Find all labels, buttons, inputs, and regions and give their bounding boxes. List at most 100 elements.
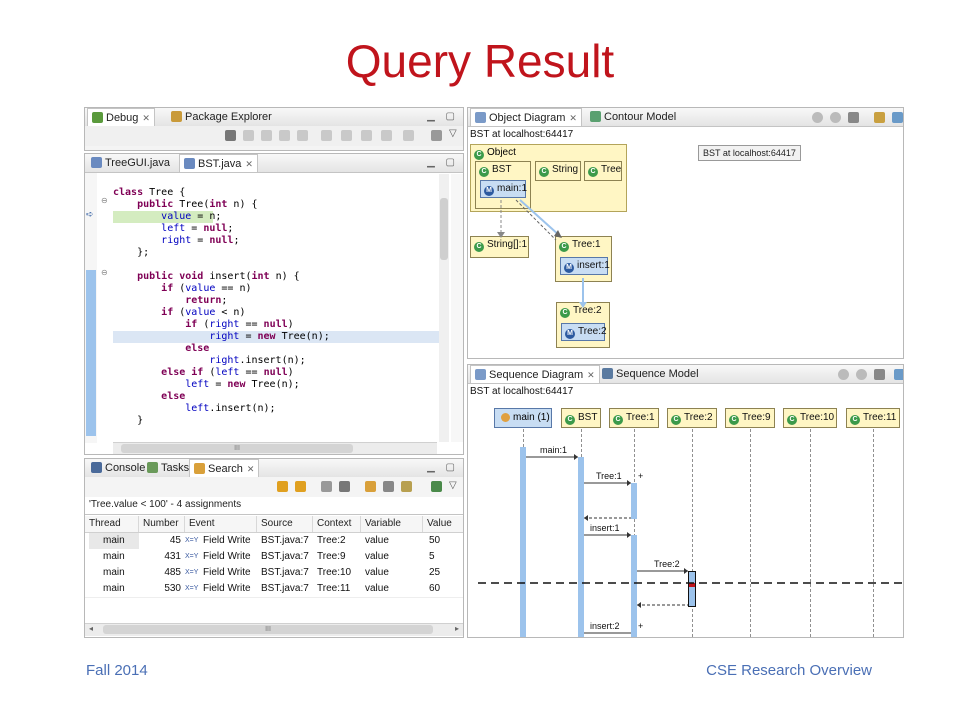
number-cell: 530: [164, 583, 181, 594]
field-write-icon: X=Y: [185, 569, 199, 576]
field-write-icon: X=Y: [185, 537, 199, 544]
tab-tasks[interactable]: Tasks: [143, 459, 193, 477]
disconnect-icon[interactable]: [297, 130, 308, 141]
search-tabbar: Console Tasks Search ✕ ▁ ▢: [85, 459, 463, 478]
scroll-right-icon[interactable]: ▸: [455, 624, 459, 633]
step-over-icon[interactable]: [341, 130, 352, 141]
number-cell: 431: [164, 551, 181, 562]
scroll-thumb[interactable]: III: [103, 625, 433, 634]
debug-tabbar: Debug ✕ Package Explorer ▁ ▢: [85, 108, 463, 127]
column-header-number[interactable]: Number: [139, 516, 185, 532]
footer-left: Fall 2014: [86, 662, 148, 679]
event-cell: Field Write: [203, 567, 251, 578]
table-row[interactable]: main 530 X=Y Field Write BST.java:7 Tree…: [85, 581, 463, 598]
next-match-icon[interactable]: [277, 481, 288, 492]
expand-all-icon[interactable]: [365, 481, 376, 492]
variable-cell: value: [365, 535, 389, 546]
resume-icon[interactable]: [243, 130, 254, 141]
close-icon[interactable]: ✕: [245, 159, 253, 169]
thread-cell: main: [103, 551, 125, 562]
code-line: right.insert(n);: [209, 355, 306, 366]
number-cell: 45: [169, 535, 181, 546]
window-controls[interactable]: ▁ ▢: [427, 462, 459, 473]
value-cell: 25: [429, 567, 441, 578]
thread-cell: main: [103, 583, 125, 594]
source-cell: BST.java:7: [261, 583, 309, 594]
code-line: }: [113, 415, 144, 426]
code-line: return;: [185, 295, 228, 306]
chevron-down-icon[interactable]: ▽: [449, 128, 457, 139]
code-line: if (value < n): [161, 307, 246, 318]
tab-treegui-java[interactable]: TreeGUI.java: [87, 154, 174, 172]
table-row[interactable]: main 45 X=Y Field Write BST.java:7 Tree:…: [85, 533, 463, 550]
code-line: right = null;: [161, 235, 240, 246]
tab-package-explorer[interactable]: Package Explorer: [167, 108, 276, 126]
remove-match-icon[interactable]: [321, 481, 332, 492]
column-header-variable[interactable]: Variable: [361, 516, 423, 532]
overview-ruler: [451, 174, 463, 442]
package-icon: [171, 111, 182, 122]
fold-icon[interactable]: ⊖: [101, 268, 108, 277]
remove-all-icon[interactable]: [339, 481, 350, 492]
event-cell: Field Write: [203, 551, 251, 562]
horizontal-scrollbar[interactable]: III: [113, 442, 437, 454]
tab-debug[interactable]: Debug ✕: [87, 108, 155, 126]
use-step-filters-icon[interactable]: [403, 130, 414, 141]
code-line: left.insert(n);: [185, 403, 276, 414]
java-file-icon: [184, 158, 195, 169]
bug-icon: [92, 112, 103, 123]
scroll-left-icon[interactable]: ◂: [89, 624, 93, 633]
table-row[interactable]: main 431 X=Y Field Write BST.java:7 Tree…: [85, 549, 463, 566]
history-icon[interactable]: [401, 481, 412, 492]
code-line: left = new Tree(n);: [185, 379, 300, 390]
chevron-down-icon[interactable]: ▽: [449, 480, 457, 491]
remove-launch-icon[interactable]: [225, 130, 236, 141]
code-line: else if (left == null): [161, 367, 294, 378]
step-return-icon[interactable]: [361, 130, 372, 141]
tab-search[interactable]: Search ✕: [189, 459, 260, 477]
tab-bst-java[interactable]: BST.java ✕: [179, 154, 258, 172]
sequence-arrows: [478, 454, 902, 634]
window-controls[interactable]: ▁ ▢: [427, 157, 459, 168]
thread-cell: main: [89, 533, 139, 549]
window-controls[interactable]: ▁ ▢: [427, 111, 459, 122]
object-diagram-edges: [497, 199, 587, 308]
code-line: if (value == n): [161, 283, 252, 294]
instruction-pointer-icon: ➪: [86, 209, 94, 219]
field-write-icon: X=Y: [185, 553, 199, 560]
suspend-icon[interactable]: [261, 130, 272, 141]
sequence-diagram-view: Sequence Diagram ✕ Sequence Model BST at …: [467, 364, 904, 638]
close-icon[interactable]: ✕: [247, 464, 255, 474]
number-cell: 485: [164, 567, 181, 578]
column-header-context[interactable]: Context: [313, 516, 361, 532]
column-header-source[interactable]: Source: [257, 516, 313, 532]
highlighted-code-line: right = new Tree(n);: [113, 331, 439, 343]
close-icon[interactable]: ✕: [142, 113, 150, 123]
terminate-icon[interactable]: [279, 130, 290, 141]
search-icon: [194, 463, 205, 474]
java-file-icon: [91, 157, 102, 168]
previous-match-icon[interactable]: [295, 481, 306, 492]
tab-console[interactable]: Console: [87, 459, 149, 477]
context-cell: Tree:10: [317, 567, 352, 578]
view-menu-icon[interactable]: [431, 130, 442, 141]
vertical-scrollbar[interactable]: [439, 174, 449, 442]
horizontal-scrollbar[interactable]: ◂ III ▸: [85, 623, 463, 636]
value-cell: 50: [429, 535, 441, 546]
drop-to-frame-icon[interactable]: [381, 130, 392, 141]
pin-icon[interactable]: [431, 481, 442, 492]
scroll-thumb[interactable]: III: [121, 444, 353, 453]
fold-icon[interactable]: ⊖: [101, 196, 108, 205]
source-cell: BST.java:7: [261, 535, 309, 546]
step-into-icon[interactable]: [321, 130, 332, 141]
column-header-value[interactable]: Value: [423, 516, 463, 532]
source-cell: BST.java:7: [261, 567, 309, 578]
tasks-icon: [147, 462, 158, 473]
column-header-thread[interactable]: Thread: [85, 516, 139, 532]
table-row[interactable]: main 485 X=Y Field Write BST.java:7 Tree…: [85, 565, 463, 582]
column-header-event[interactable]: Event: [185, 516, 257, 532]
console-icon: [91, 462, 102, 473]
stop-icon[interactable]: [383, 481, 394, 492]
thread-cell: main: [103, 567, 125, 578]
scrollbar-thumb[interactable]: [440, 198, 448, 260]
